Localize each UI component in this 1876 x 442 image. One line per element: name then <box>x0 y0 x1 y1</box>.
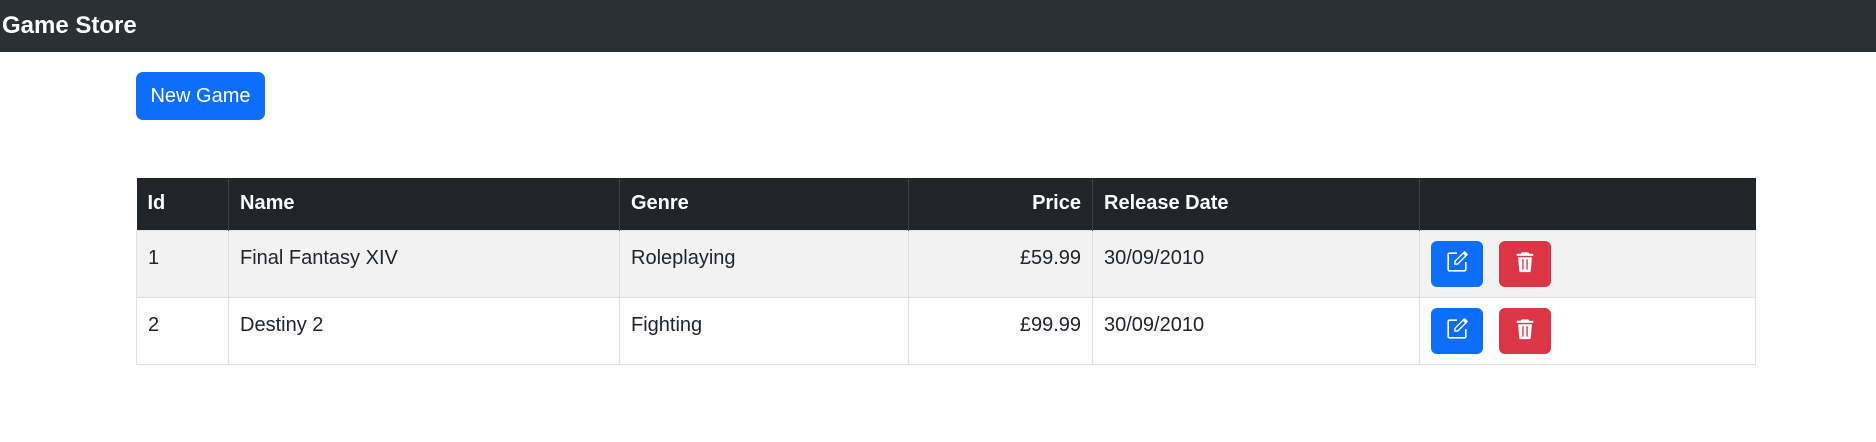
cell-name: Final Fantasy XIV <box>228 229 620 298</box>
table-row: 2 Destiny 2 Fighting £99.99 30/09/2010 <box>136 296 1756 365</box>
table-header-row: Id Name Genre Price Release Date <box>136 178 1756 230</box>
delete-button[interactable] <box>1499 307 1551 354</box>
games-table: Id Name Genre Price Release Date 1 Final… <box>136 178 1756 365</box>
trash-icon <box>1514 318 1536 343</box>
cell-release-date: 30/09/2010 <box>1092 229 1420 298</box>
pencil-square-icon <box>1446 251 1468 276</box>
cell-actions <box>1419 296 1756 365</box>
cell-genre: Roleplaying <box>619 229 909 298</box>
table-row: 1 Final Fantasy XIV Roleplaying £59.99 3… <box>136 229 1756 298</box>
trash-icon <box>1514 251 1536 276</box>
cell-price: £59.99 <box>908 229 1093 298</box>
pencil-square-icon <box>1446 318 1468 343</box>
header-name: Name <box>228 178 620 230</box>
header-release-date: Release Date <box>1092 178 1420 230</box>
brand-title[interactable]: Game Store <box>2 12 137 40</box>
header-actions <box>1419 178 1756 230</box>
cell-genre: Fighting <box>619 296 909 365</box>
header-id: Id <box>136 178 229 230</box>
delete-button[interactable] <box>1499 240 1551 287</box>
edit-button[interactable] <box>1431 240 1483 287</box>
cell-id: 1 <box>136 229 229 298</box>
cell-release-date: 30/09/2010 <box>1092 296 1420 365</box>
header-price: Price <box>908 178 1093 230</box>
edit-button[interactable] <box>1431 307 1483 354</box>
cell-actions <box>1419 229 1756 298</box>
cell-id: 2 <box>136 296 229 365</box>
new-game-button[interactable]: New Game <box>136 72 265 120</box>
cell-price: £99.99 <box>908 296 1093 365</box>
navbar: Game Store <box>0 0 1876 52</box>
header-genre: Genre <box>619 178 909 230</box>
cell-name: Destiny 2 <box>228 296 620 365</box>
